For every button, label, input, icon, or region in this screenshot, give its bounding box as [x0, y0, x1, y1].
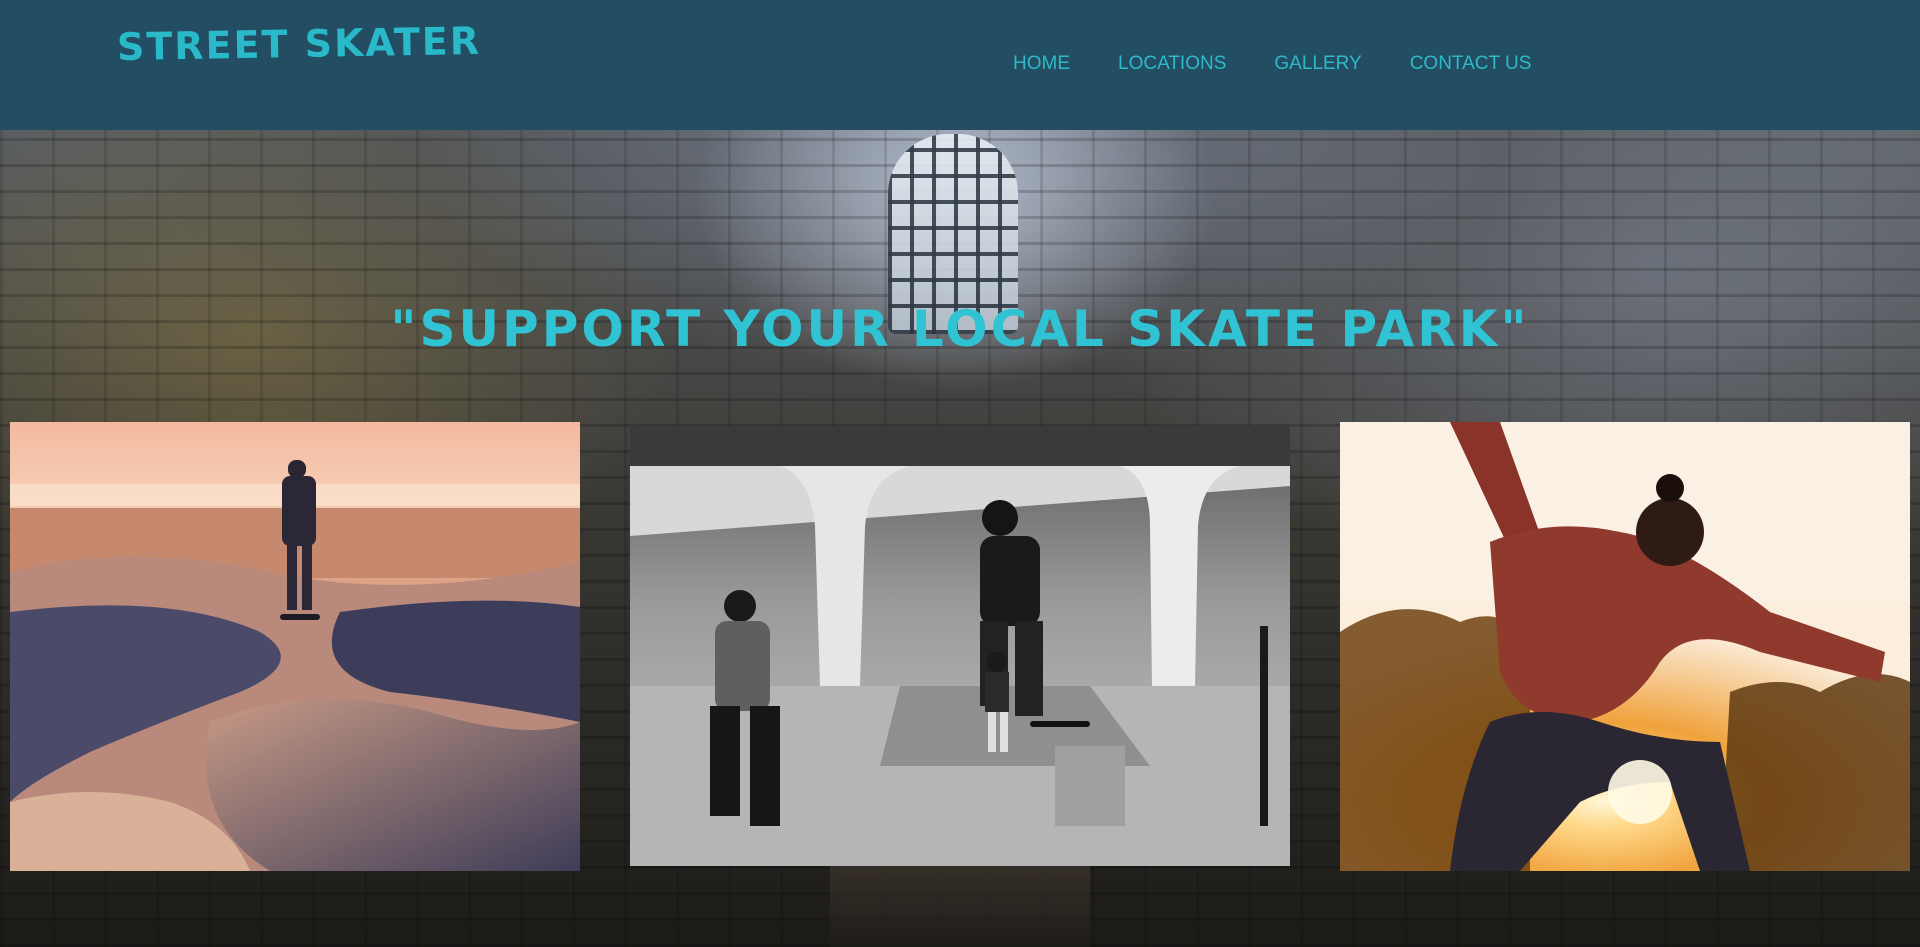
nav-item-contact-us[interactable]: CONTACT US [1410, 53, 1532, 75]
site-header: STREET SKATER HOME LOCATIONS GALLERY CON… [0, 0, 1920, 130]
hero-section: "SUPPORT YOUR LOCAL SKATE PARK" [0, 130, 1920, 947]
nav-item-home[interactable]: HOME [1013, 53, 1070, 75]
nav-item-locations[interactable]: LOCATIONS [1118, 53, 1226, 75]
site-logo[interactable]: STREET SKATER [117, 19, 482, 69]
hero-tagline: "SUPPORT YOUR LOCAL SKATE PARK" [390, 300, 1530, 358]
gallery-photo-overpass-skaters [630, 426, 1290, 866]
gallery-photo-beach-skatepark [10, 422, 580, 871]
nav-item-gallery[interactable]: GALLERY [1274, 53, 1361, 75]
main-nav: HOME LOCATIONS GALLERY CONTACT US [1013, 53, 1579, 75]
gallery-photo-sunset-jump [1340, 422, 1910, 871]
tunnel-corridor [830, 860, 1090, 947]
